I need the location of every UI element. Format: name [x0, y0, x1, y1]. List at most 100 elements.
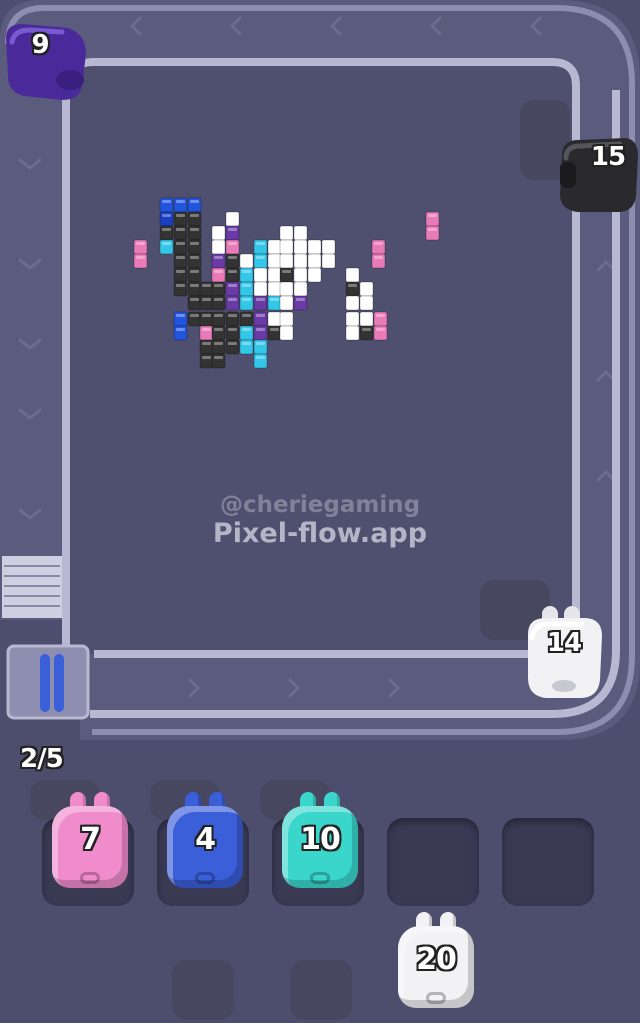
pig-tail-icon — [195, 872, 215, 884]
pixel-block — [187, 211, 202, 227]
next-pig-count: 20 — [416, 942, 457, 977]
pixel-block — [293, 267, 308, 283]
pixel-block — [359, 325, 374, 341]
slot-pig-cyan[interactable]: 10 — [282, 790, 358, 890]
belt-shooter-black-count: 15 — [590, 142, 626, 172]
pixel-block — [211, 325, 226, 341]
watermark-site: Pixel-flow.app — [212, 518, 428, 549]
pixel-block — [225, 325, 240, 341]
pixel-block — [173, 211, 188, 227]
pixel-block — [225, 339, 240, 355]
pixel-block — [211, 267, 226, 283]
pixel-block — [239, 267, 254, 283]
pixel-block — [187, 253, 202, 269]
pixel-block — [373, 325, 388, 341]
pixel-block — [373, 311, 388, 327]
pixel-block — [359, 281, 374, 297]
pixel-block — [293, 281, 308, 297]
pixel-block — [279, 281, 294, 297]
pixel-block — [239, 295, 254, 311]
pixel-block — [345, 267, 360, 283]
pixel-block — [267, 253, 282, 269]
pixel-block — [279, 325, 294, 341]
pixel-block — [345, 281, 360, 297]
pixel-block — [159, 197, 174, 213]
pixel-block — [307, 267, 322, 283]
next-pig-white[interactable]: 20 — [398, 910, 474, 1010]
pixel-block — [173, 253, 188, 269]
pixel-block — [225, 239, 240, 255]
pixel-block — [225, 311, 240, 327]
pixel-block — [293, 253, 308, 269]
pixel-block — [225, 281, 240, 297]
pixel-block — [199, 295, 214, 311]
pixel-block — [173, 311, 188, 327]
pixel-block — [293, 239, 308, 255]
pixel-block — [253, 325, 268, 341]
pixel-block — [239, 339, 254, 355]
pixel-block — [279, 267, 294, 283]
pixel-block — [173, 225, 188, 241]
pixel-block — [371, 239, 386, 255]
pixel-block — [199, 325, 214, 341]
pixel-block — [239, 311, 254, 327]
pixel-block — [345, 325, 360, 341]
slot-pig-pink[interactable]: 7 — [52, 790, 128, 890]
pixel-block — [173, 239, 188, 255]
pixel-block — [371, 253, 386, 269]
pixel-block — [199, 339, 214, 355]
pixel-block — [211, 339, 226, 355]
pixel-block — [279, 239, 294, 255]
pixel-block — [307, 239, 322, 255]
pixel-block — [253, 339, 268, 355]
pixel-block — [253, 267, 268, 283]
pixel-block — [225, 211, 240, 227]
pixel-block — [359, 311, 374, 327]
belt-shooter-black[interactable]: 15 — [556, 132, 640, 216]
pixel-block — [211, 225, 226, 241]
pixel-block — [267, 311, 282, 327]
pixel-block — [279, 225, 294, 241]
slot-5-empty[interactable] — [502, 818, 594, 906]
pixel-block — [279, 295, 294, 311]
pixel-block — [187, 239, 202, 255]
slot-4-empty[interactable] — [387, 818, 479, 906]
pixel-block — [187, 197, 202, 213]
slot-pig-pink-count: 7 — [80, 822, 101, 857]
pixel-block — [199, 311, 214, 327]
watermark-handle: @cheriegaming — [219, 492, 421, 518]
pixel-block — [173, 325, 188, 341]
pixel-block — [211, 295, 226, 311]
pixel-block — [225, 267, 240, 283]
pixel-block — [267, 325, 282, 341]
pixel-block — [425, 211, 440, 227]
pixel-block — [293, 225, 308, 241]
pixel-block — [253, 281, 268, 297]
pixel-block — [159, 225, 174, 241]
pixel-block — [267, 239, 282, 255]
pixel-block — [187, 267, 202, 283]
pixel-block — [321, 253, 336, 269]
pixel-block — [225, 295, 240, 311]
pixel-block — [267, 295, 282, 311]
pixel-block — [133, 239, 148, 255]
pixel-block — [425, 225, 440, 241]
pixel-block — [225, 225, 240, 241]
game-stage: @cheriegaming Pixel-flow.app 9 15 14 2/5 — [0, 0, 640, 1023]
pig-tail-icon — [310, 872, 330, 884]
pixel-block — [159, 211, 174, 227]
pixel-block — [133, 253, 148, 269]
pixel-block — [211, 253, 226, 269]
pixel-block — [211, 353, 226, 369]
pig-tail-icon — [80, 872, 100, 884]
pixel-block — [187, 281, 202, 297]
belt-shooter-white[interactable]: 14 — [524, 604, 604, 700]
pixel-block — [173, 281, 188, 297]
belt-shooter-white-count: 14 — [546, 628, 582, 658]
pixel-block — [187, 311, 202, 327]
slot-pig-blue[interactable]: 4 — [167, 790, 243, 890]
pixel-block — [187, 225, 202, 241]
pixel-block — [211, 281, 226, 297]
belt-shooter-purple[interactable]: 9 — [0, 20, 92, 100]
belt-shooter-purple-count: 9 — [31, 30, 49, 60]
